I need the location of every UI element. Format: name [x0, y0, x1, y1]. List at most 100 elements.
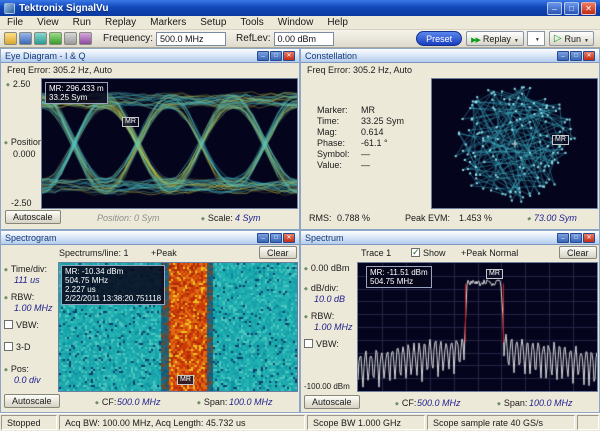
autoscale-button[interactable]: Autoscale [4, 394, 60, 408]
pos-label[interactable]: Pos: [4, 364, 29, 374]
mag-value: 0.614 [361, 127, 384, 137]
reflev-label: RefLev: [236, 33, 270, 44]
minimize-button[interactable] [547, 2, 562, 15]
ref-level-label[interactable]: 0.00 dBm [304, 263, 349, 273]
spectrogram-panel-title: Spectrogram [5, 233, 257, 243]
status-filler [577, 415, 599, 430]
panel-minimize-button[interactable] [557, 51, 569, 61]
app-icon [4, 3, 15, 14]
chevron-down-icon [581, 34, 589, 44]
scale-value[interactable]: 4 Sym [235, 213, 261, 223]
panel-maximize-button[interactable] [270, 233, 282, 243]
autoscale-button[interactable]: Autoscale [5, 210, 61, 224]
rbw-label[interactable]: RBW: [304, 311, 334, 321]
panel-minimize-button[interactable] [557, 233, 569, 243]
menu-item-replay[interactable]: Replay [98, 16, 143, 30]
save-icon[interactable] [19, 32, 32, 45]
rbw-label[interactable]: RBW: [4, 292, 34, 302]
panel-close-button[interactable] [283, 51, 295, 61]
panel-maximize-button[interactable] [270, 51, 282, 61]
eye-marker-mr[interactable]: MR [122, 117, 139, 127]
db-div-value[interactable]: 10.0 dB [314, 294, 345, 304]
menu-item-file[interactable]: File [0, 16, 30, 30]
menu-item-setup[interactable]: Setup [193, 16, 233, 30]
span-value[interactable]: 100.0 MHz [529, 398, 573, 408]
panel-close-button[interactable] [583, 233, 595, 243]
replay-button[interactable]: Replay [466, 31, 524, 46]
analysis-icon[interactable] [79, 32, 92, 45]
spectrum-plot[interactable]: MR: -11.51 dBm 504.75 MHz MR [357, 262, 598, 392]
panel-maximize-button[interactable] [570, 233, 582, 243]
menu-item-run[interactable]: Run [66, 16, 98, 30]
vbw-checkbox[interactable] [304, 339, 313, 348]
span-label[interactable]: Span: [497, 398, 527, 408]
chevron-down-icon [511, 34, 519, 44]
spectrogram-plot[interactable]: MR: -10.34 dBm 504.75 MHz 2.227 us 2/22/… [58, 262, 298, 392]
spectrogram-panel-header: Spectrogram [1, 231, 299, 245]
menu-item-help[interactable]: Help [320, 16, 355, 30]
scale-label[interactable]: Scale: [201, 213, 233, 223]
span-label[interactable]: Span: [197, 397, 227, 407]
menu-item-tools[interactable]: Tools [233, 16, 270, 30]
position-value[interactable]: 0.000 [13, 149, 36, 159]
bottom-level-label: -100.00 dBm [304, 382, 350, 391]
setup-icon[interactable] [64, 32, 77, 45]
db-div-label[interactable]: dB/div: [304, 283, 338, 293]
reflev-input[interactable]: 0.00 dBm [274, 32, 334, 46]
panel-maximize-button[interactable] [570, 51, 582, 61]
spectrogram-marker-mr[interactable]: MR [177, 375, 194, 385]
cf-label[interactable]: CF: [95, 397, 116, 407]
symbols-value[interactable]: 73.00 Sym [527, 213, 577, 223]
y-max-label[interactable]: 2.50 [6, 79, 30, 89]
rbw-value[interactable]: 1.00 MHz [314, 322, 353, 332]
spectrum-marker-mr[interactable]: MR [486, 269, 503, 279]
open-icon[interactable] [4, 32, 17, 45]
title-bar: Tektronix SignalVu [0, 0, 600, 16]
rms-label: RMS: [309, 213, 332, 223]
run-button[interactable]: Run [549, 31, 594, 46]
pos-value[interactable]: 0.0 div [14, 375, 41, 385]
rbw-value[interactable]: 1.00 MHz [14, 303, 53, 313]
eye-diagram-plot[interactable]: MR: 296.433 m 33.25 Sym MR [41, 78, 298, 209]
panel-close-button[interactable] [583, 51, 595, 61]
display-icon[interactable] [34, 32, 47, 45]
maximize-button[interactable] [564, 2, 579, 15]
symbol-value: — [361, 149, 370, 159]
panel-close-button[interactable] [283, 233, 295, 243]
menu-item-window[interactable]: Window [271, 16, 321, 30]
threed-row: 3-D [4, 342, 31, 352]
detector-readout[interactable]: +Peak [151, 248, 177, 258]
marker-value: MR [361, 105, 375, 115]
replay-select[interactable] [527, 31, 545, 46]
cf-label[interactable]: CF: [395, 398, 416, 408]
vbw-row: VBW: [4, 320, 39, 330]
cf-value[interactable]: 500.0 MHz [117, 397, 161, 407]
clear-button[interactable]: Clear [559, 246, 597, 259]
markers-icon[interactable] [49, 32, 62, 45]
vbw-checkbox[interactable] [4, 320, 13, 329]
span-value[interactable]: 100.0 MHz [229, 397, 273, 407]
show-row: Show [411, 248, 446, 258]
trace-selector[interactable]: Trace 1 [361, 248, 391, 258]
acq-readout: Acq BW: 100.00 MHz, Acq Length: 45.732 u… [59, 415, 305, 430]
threed-checkbox[interactable] [4, 342, 13, 351]
frequency-input[interactable]: 500.0 MHz [156, 32, 226, 46]
time-div-value[interactable]: 111 us [14, 275, 40, 285]
menu-item-view[interactable]: View [30, 16, 66, 30]
position-label[interactable]: Position: [4, 137, 45, 147]
spectrums-per-line-readout[interactable]: Spectrums/line: 1 [59, 248, 129, 258]
preset-button[interactable]: Preset [416, 31, 462, 46]
time-div-label[interactable]: Time/div: [4, 264, 47, 274]
panel-minimize-button[interactable] [257, 233, 269, 243]
autoscale-button[interactable]: Autoscale [304, 395, 360, 409]
close-button[interactable] [581, 2, 596, 15]
cf-value[interactable]: 500.0 MHz [417, 398, 461, 408]
show-checkbox[interactable] [411, 248, 420, 257]
detector-readout[interactable]: +Peak Normal [461, 248, 518, 258]
clear-button[interactable]: Clear [259, 246, 297, 259]
constellation-marker-mr[interactable]: MR [552, 135, 569, 145]
panel-minimize-button[interactable] [257, 51, 269, 61]
menu-item-markers[interactable]: Markers [143, 16, 193, 30]
constellation-plot[interactable]: MR [431, 78, 598, 209]
time-label: Time: [317, 116, 339, 126]
